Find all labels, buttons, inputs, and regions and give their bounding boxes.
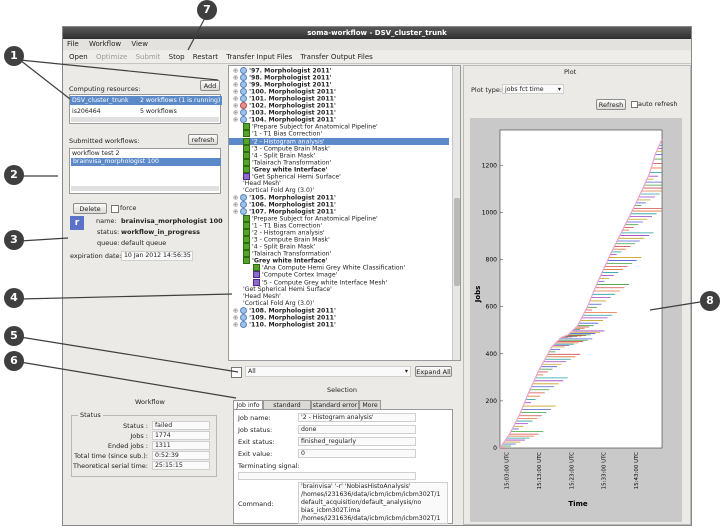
callout-arrow-1a [19,59,219,81]
callout-badge: 7 [197,0,217,20]
callout-badge: 5 [4,326,24,346]
callout-badge: 3 [4,230,24,250]
callout-arrow-4 [19,293,233,300]
callout-arrow-8 [649,301,701,311]
callout-arrow-6 [19,361,237,399]
callout-arrow-5 [19,336,239,373]
callout-arrows [19,13,701,399]
callout-badge: 8 [700,291,720,311]
callout-arrow-1b [19,59,71,100]
callout-badge: 6 [4,351,24,371]
callout-badge: 4 [4,288,24,308]
callout-arrow-3 [19,237,69,242]
callout-badge: 2 [4,165,24,185]
callout-badge: 1 [4,46,24,66]
